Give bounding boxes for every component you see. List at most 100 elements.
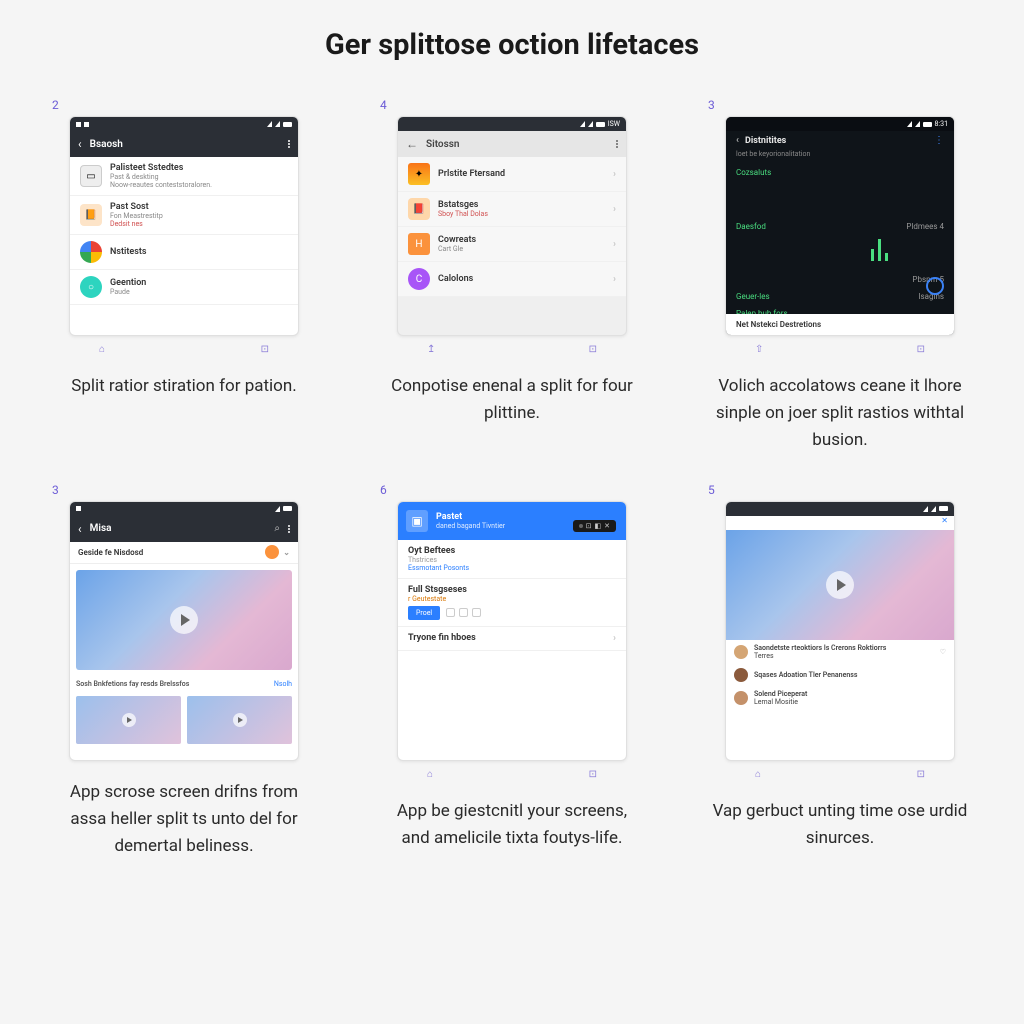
chevron-right-icon: › [613,204,616,215]
search-icon[interactable]: ⌕ [274,523,280,534]
overflow-icon[interactable] [288,140,290,148]
back-icon[interactable]: ‹ [78,137,82,151]
play-icon[interactable] [826,571,854,599]
phone-mock-2: ISW ← Sitossn ✦Prlstite Ftersand› 📕Bstat… [397,116,627,336]
page-title: Ger splittose oction lifetaces [50,28,974,62]
row-title: Sosh Bnkfetions fay resds Brelssfos [76,680,189,688]
primary-button[interactable]: Proel [408,606,440,620]
list-item[interactable]: Nstitests [70,235,298,270]
list-item[interactable]: CCalolons› [398,262,626,297]
video-thumb[interactable] [187,696,292,744]
nav-icon[interactable]: ⊡ [261,344,269,355]
metric-row[interactable]: Pbsnm 5 [726,271,954,288]
status-bar: 8:31 [726,117,954,131]
metric-key: Geuer-les [736,292,913,301]
header-sub: daned bagand Tivntier [436,522,505,530]
section-link[interactable]: Essmotant Posonts [408,564,616,572]
back-icon[interactable]: ‹ [78,522,82,536]
video-thumb[interactable] [76,696,181,744]
chevron-right-icon: › [613,274,616,285]
list-item[interactable]: 📙 Past SostFon MeastrestitpDedsit nes [70,196,298,235]
footer-nav: ↥⊡ [397,336,627,355]
nav-icon[interactable]: ⊡ [589,769,597,780]
list-item[interactable]: ✦Prlstite Ftersand› [398,157,626,192]
section-title: Tryone fin hboes [408,633,613,643]
appbar-title: Sitossn [426,139,608,150]
wifi-icon [915,121,920,127]
step-number: 3 [708,98,974,112]
play-icon [233,713,247,727]
feed-item[interactable]: Saondetste rteoktiors ls Crerons Roktior… [726,640,954,664]
play-icon[interactable] [170,606,198,634]
item-sub: Cart Gle [438,245,605,253]
item-sub2: Noow-reautes conteststoraloren. [110,181,288,189]
wifi-icon [931,506,936,512]
back-icon[interactable]: ‹ [736,135,739,146]
bottom-row[interactable]: Net Nstekci Destretions [726,314,954,335]
list-item[interactable]: HCowreatsCart Gle› [398,227,626,262]
screen-title: Distnitites [745,136,786,146]
fab-circle-icon[interactable] [926,277,944,295]
battery-icon [923,122,932,127]
metric-row[interactable]: Cozsaluts [726,164,954,181]
step-cell-6: 5 ✕ Saondetste rteoktiors ls Crerons Rok… [706,483,974,861]
item-sub: Sboy Thal Dolas [438,210,605,218]
step-number: 3 [52,483,318,497]
step-caption: Volich accolatows ceane it lhore sinple … [706,373,974,455]
phone-mock-3: 8:31 ‹ Distnitites ⋮ loet be keyorionali… [725,116,955,336]
overflow-icon[interactable] [616,140,618,148]
play-icon [122,713,136,727]
item-sub: Fon Meastrestitp [110,212,288,220]
metric-row[interactable]: Geuer-leslsagins [726,288,954,305]
section-sub: Thstrices [408,556,616,564]
status-bar [726,502,954,516]
chevron-right-icon: › [613,239,616,250]
nav-icon[interactable]: ⇧ [755,344,763,355]
video-hero[interactable] [76,570,292,670]
list-item[interactable]: 📕BstatsgesSboy Thal Dolas› [398,192,626,227]
time-label: ISW [608,120,620,128]
list-item[interactable]: ▭ Palisteet SstedtesPast & desktingNoow-… [70,157,298,196]
footer-nav: ⌂⊡ [69,336,299,355]
time-label: 8:31 [935,120,949,128]
section-item[interactable]: Full Stsgseses r Geutestate Proel [398,579,626,627]
metric-key: Cozsaluts [736,168,944,177]
overflow-icon[interactable] [288,525,290,533]
metric-row[interactable]: DaesfodPldmees 4 [726,181,954,271]
app-bar: ‹ Bsaosh [70,131,298,157]
header-title: Pastet [436,512,505,522]
section-item[interactable]: Oyt Beftees Thstrices Essmotant Posonts [398,540,626,579]
section-item[interactable]: Tryone fin hboes › [398,627,626,651]
chevron-down-icon[interactable]: ⌄ [283,548,290,557]
signal-icon [907,121,912,127]
overflow-icon[interactable]: ⋮ [934,135,944,146]
feed-sub: Terres [754,652,934,660]
feed-item[interactable]: Sqases Adoation Tler Penanenss [726,664,954,686]
app-bar: ‹ Misa ⌕ [70,516,298,542]
toolbar-pill[interactable]: ⊡◧✕ [573,520,616,532]
step-number: 5 [708,483,974,497]
nav-icon[interactable]: ⊡ [917,344,925,355]
item-title: Bstatsges [438,200,605,210]
row-link[interactable]: Nsolh [274,680,292,688]
nav-icon[interactable]: ⌂ [99,344,105,355]
nav-icon[interactable]: ⌂ [755,769,761,780]
nav-icon[interactable]: ⊡ [917,769,925,780]
item-sub2: Dedsit nes [110,220,288,228]
like-icon[interactable]: ♡ [940,648,946,656]
step-number: 4 [380,98,646,112]
back-icon[interactable]: ← [406,137,418,151]
video-hero[interactable] [726,530,954,640]
avatar-icon [734,668,748,682]
item-title: Palisteet Sstedtes [110,163,288,173]
phone-mock-5: ▣ Pastetdaned bagand Tivntier ⊡◧✕ Oyt Be… [397,501,627,761]
nav-icon[interactable]: ⌂ [427,769,433,780]
feed-item[interactable]: Solend PiceperatLemal Mositie [726,686,954,710]
feed-title: Saondetste rteoktiors ls Crerons Roktior… [754,644,934,652]
close-icon[interactable]: ✕ [941,516,948,530]
item-sub: Past & deskting [110,173,288,181]
nav-icon[interactable]: ↥ [427,344,435,355]
list-item[interactable]: ○ GeentionPaude [70,270,298,305]
step-caption: App be giestcnitl your screens, and amel… [378,798,646,852]
nav-icon[interactable]: ⊡ [589,344,597,355]
